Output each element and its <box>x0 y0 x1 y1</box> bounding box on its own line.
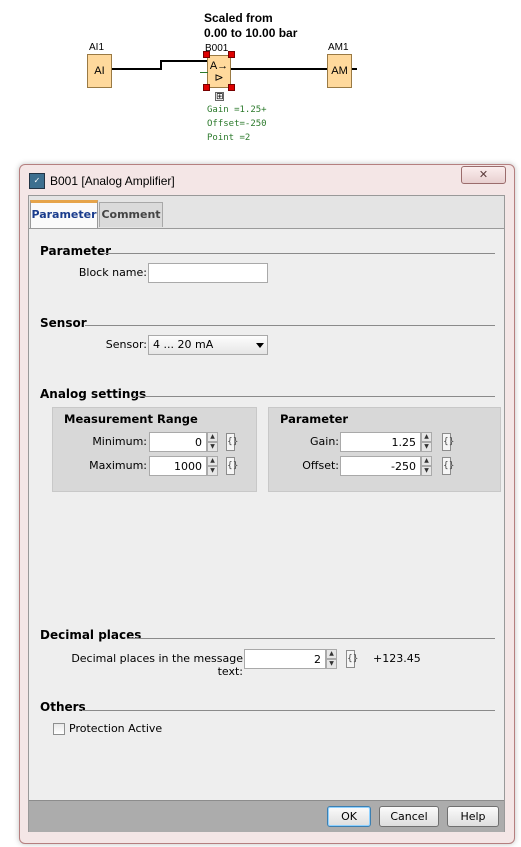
ok-button[interactable]: OK <box>327 806 371 827</box>
spin-up-icon[interactable]: ▲ <box>421 432 432 442</box>
selection-handle-bl[interactable] <box>203 84 210 91</box>
sensor-select-value: 4 ... 20 mA <box>153 338 214 351</box>
section-divider <box>133 396 495 397</box>
tab-comment[interactable]: Comment <box>99 202 163 227</box>
dialog-button-bar: OK Cancel Help <box>29 800 504 832</box>
spin-down-icon[interactable]: ▼ <box>421 442 432 452</box>
gain-input[interactable] <box>340 432 421 452</box>
wire-b001-am <box>231 68 328 70</box>
section-title-decimal-places: Decimal places <box>40 628 142 642</box>
section-title-parameter: Parameter <box>40 244 112 258</box>
b001-block-text-top: A→ <box>209 59 229 72</box>
analog-amplifier-dialog: ✓ B001 [Analog Amplifier] ✕ Parameter Co… <box>19 164 515 844</box>
minimum-input[interactable] <box>149 432 207 452</box>
am-block-label: AM1 <box>328 42 349 53</box>
diagram-title: Scaled from 0.00 to 10.00 bar <box>204 11 297 41</box>
offset-spinner[interactable]: ▲ ▼ <box>421 456 432 476</box>
measurement-range-group: Measurement Range Minimum: ▲ ▼ {} Maximu… <box>52 407 257 492</box>
maximum-spinner[interactable]: ▲ ▼ <box>207 456 218 476</box>
decimal-places-input[interactable] <box>244 649 326 669</box>
am-block[interactable]: AM <box>327 54 352 88</box>
ai-block-label: AI1 <box>89 42 105 53</box>
b001-block-text-bottom: ⊳ <box>214 71 224 84</box>
section-title-others: Others <box>40 700 86 714</box>
gain-spinner[interactable]: ▲ ▼ <box>421 432 432 452</box>
parameter-reference-button[interactable]: {} <box>346 650 358 668</box>
spin-up-icon[interactable]: ▲ <box>326 649 337 659</box>
parameter-reference-button[interactable]: {} <box>226 433 238 451</box>
section-divider <box>127 638 495 639</box>
parameter-group-title: Parameter <box>280 412 349 426</box>
diagram-title-line2: 0.00 to 10.00 bar <box>204 26 298 40</box>
measurement-range-title: Measurement Range <box>64 412 198 426</box>
amplifier-parameter-group: Parameter Gain: ▲ ▼ {} Offset: ▲ ▼ {} <box>268 407 501 492</box>
spin-up-icon[interactable]: ▲ <box>207 432 218 442</box>
protection-active-checkbox[interactable] <box>53 723 65 735</box>
spin-up-icon[interactable]: ▲ <box>421 456 432 466</box>
wire-ai-b001-c <box>160 60 208 62</box>
maximum-label: Maximum: <box>89 459 147 472</box>
block-name-label: Block name: <box>78 266 147 279</box>
param-gain-text: Gain =1.25+ <box>207 105 267 115</box>
sensor-select[interactable]: 4 ... 20 mA <box>148 335 268 355</box>
parameter-reference-button[interactable]: {} <box>226 457 238 475</box>
decimal-preview: +123.45 <box>373 652 421 665</box>
am-block-text: AM <box>331 65 348 77</box>
spin-down-icon[interactable]: ▼ <box>421 466 432 476</box>
block-params-text: Gain =1.25+ Offset=-250 Point =2 <box>207 103 267 145</box>
ai-block-text: AI <box>94 65 105 77</box>
expand-params-icon[interactable]: ⊞ <box>215 92 224 102</box>
ai-block[interactable]: AI <box>87 54 112 88</box>
sensor-label: Sensor: <box>105 338 147 351</box>
spin-up-icon[interactable]: ▲ <box>207 456 218 466</box>
wire-ai-b001-a <box>112 68 161 70</box>
cancel-button[interactable]: Cancel <box>379 806 439 827</box>
selection-handle-tr[interactable] <box>228 51 235 58</box>
block-name-input[interactable] <box>148 263 268 283</box>
section-divider <box>103 253 495 254</box>
spin-down-icon[interactable]: ▼ <box>326 659 337 669</box>
help-button[interactable]: Help <box>447 806 499 827</box>
decimal-places-spinner[interactable]: ▲ ▼ <box>326 649 337 669</box>
section-title-sensor: Sensor <box>40 316 87 330</box>
section-title-analog-settings: Analog settings <box>40 387 147 401</box>
spin-down-icon[interactable]: ▼ <box>207 442 218 452</box>
close-button[interactable]: ✕ <box>461 166 506 184</box>
section-divider <box>82 710 495 711</box>
offset-input[interactable] <box>340 456 421 476</box>
selection-handle-br[interactable] <box>228 84 235 91</box>
chevron-down-icon <box>256 343 264 348</box>
offset-label: Offset: <box>302 459 339 472</box>
parameter-reference-button[interactable]: {} <box>442 433 454 451</box>
tab-strip: Parameter Comment <box>29 196 504 229</box>
parameter-reference-button[interactable]: {} <box>442 457 454 475</box>
minimum-label: Minimum: <box>92 435 147 448</box>
app-icon: ✓ <box>29 173 45 189</box>
minimum-spinner[interactable]: ▲ ▼ <box>207 432 218 452</box>
close-icon: ✕ <box>478 168 489 181</box>
dialog-title: B001 [Analog Amplifier] <box>50 174 175 188</box>
gain-label: Gain: <box>310 435 339 448</box>
dialog-client-area: Parameter Comment Parameter Block name: … <box>28 195 505 832</box>
maximum-input[interactable] <box>149 456 207 476</box>
wire-am-out <box>352 68 357 70</box>
diagram-title-line1: Scaled from <box>204 11 273 25</box>
section-divider <box>85 325 495 326</box>
protection-active-label: Protection Active <box>69 722 163 735</box>
param-offset-text: Offset=-250 <box>207 119 267 129</box>
decimal-places-label: Decimal places in the message text: <box>71 652 243 678</box>
spin-down-icon[interactable]: ▼ <box>207 466 218 476</box>
b001-input-tick <box>200 72 208 73</box>
selection-handle-tl[interactable] <box>203 51 210 58</box>
tab-parameter[interactable]: Parameter <box>30 200 98 228</box>
param-point-text: Point =2 <box>207 133 251 143</box>
